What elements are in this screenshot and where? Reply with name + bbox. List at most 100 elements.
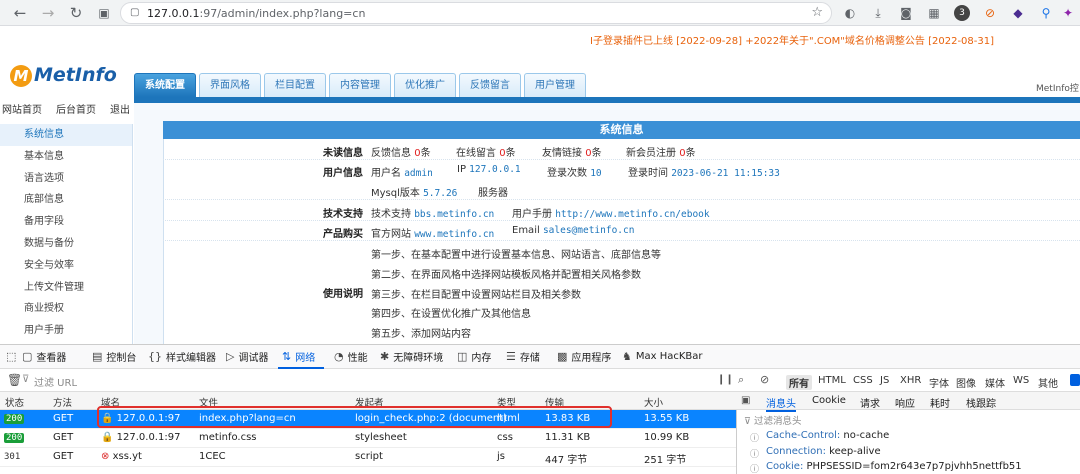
request-row[interactable]: 200 GET 🔒 127.0.0.1:97 metinfo.css style… xyxy=(0,429,736,448)
filter-xhr[interactable]: XHR xyxy=(900,375,921,386)
tool-memory[interactable]: ◫ 内存 xyxy=(457,349,491,364)
sidebar-item-footer[interactable]: 底部信息 xyxy=(0,189,132,211)
sidebar-item-license[interactable]: 商业授权 xyxy=(0,298,132,320)
filter-all[interactable]: 所有 xyxy=(786,375,812,390)
sidebar-item-uploads[interactable]: 上传文件管理 xyxy=(0,277,132,299)
extension-icon[interactable]: ◐ xyxy=(842,5,858,21)
tab-layout-icon[interactable]: ▣ xyxy=(94,3,114,23)
request-method: GET xyxy=(53,451,74,462)
request-initiator: stylesheet xyxy=(355,432,407,443)
request-initiator: script xyxy=(355,451,383,462)
row-purchase: 产品购买 官方网站 www.metinfo.cn Email sales@met… xyxy=(163,221,1080,241)
url-path: :97/admin/index.php?lang=cn xyxy=(199,7,366,20)
game-icon[interactable]: ▦ xyxy=(926,5,942,21)
tab-request[interactable]: 请求 xyxy=(860,395,880,410)
link-logout[interactable]: 退出 xyxy=(110,100,130,122)
info-icon: ⓘ xyxy=(750,434,760,444)
col-status[interactable]: 状态 xyxy=(5,395,24,409)
filter-css[interactable]: CSS xyxy=(853,375,873,386)
diamond-extension-icon[interactable]: ◆ xyxy=(1010,5,1026,21)
tool-style-editor[interactable]: {} 样式编辑器 xyxy=(148,349,216,364)
tool-inspector[interactable]: ▢ 查看器 xyxy=(22,349,66,364)
tab-system-config[interactable]: 系统配置 xyxy=(134,73,196,97)
back-arrow-icon[interactable]: ← xyxy=(10,3,30,23)
header-filter-input[interactable]: ⊽ 过滤消息头 xyxy=(744,413,802,427)
link-admin-home[interactable]: 后台首页 xyxy=(56,100,96,122)
sidebar-item-language[interactable]: 语言选项 xyxy=(0,168,132,190)
filter-html[interactable]: HTML xyxy=(818,375,846,386)
network-icon: ⇅ xyxy=(282,350,292,363)
tab-ui-style[interactable]: 界面风格 xyxy=(199,73,261,97)
tool-hackbar[interactable]: ♞ Max HacKBar xyxy=(622,349,703,364)
tab-response[interactable]: 响应 xyxy=(895,395,915,410)
pause-icon[interactable]: ❙❙ xyxy=(717,374,734,385)
url-host: 127.0.0.1 xyxy=(147,7,200,20)
filter-js[interactable]: JS xyxy=(880,375,889,386)
filter-media[interactable]: 媒体 xyxy=(985,375,1005,390)
badge-icon[interactable]: 3 xyxy=(954,5,970,21)
tab-timings[interactable]: 耗时 xyxy=(930,395,950,410)
sidebar-item-backup[interactable]: 数据与备份 xyxy=(0,233,132,255)
tab-content[interactable]: 内容管理 xyxy=(329,73,391,97)
block-icon[interactable]: ⊘ xyxy=(760,373,769,386)
filter-font[interactable]: 字体 xyxy=(929,375,949,390)
puzzle-icon[interactable]: ✦ xyxy=(1060,5,1076,21)
sidebar-toggle-icon[interactable]: ▣ xyxy=(741,395,750,406)
sidebar-item-manual[interactable]: 用户手册 xyxy=(0,320,132,342)
download-icon[interactable]: ⤓ xyxy=(870,5,886,21)
sidebar-item-system-info[interactable]: 系统信息 xyxy=(0,124,132,146)
manual-link[interactable]: http://www.metinfo.cn/ebook xyxy=(555,209,709,220)
filter-other[interactable]: 其他 xyxy=(1038,375,1058,390)
email-link[interactable]: sales@metinfo.cn xyxy=(543,225,635,236)
debugger-label: 调试器 xyxy=(238,353,269,364)
shield-extension-icon[interactable]: ⊘ xyxy=(982,5,998,21)
sidebar-item-security[interactable]: 安全与效率 xyxy=(0,255,132,277)
request-row[interactable]: 301 GET ⊗ xss.yt 1CEC script js 447 字节 2… xyxy=(0,448,736,467)
search-icon[interactable]: ⌕ xyxy=(738,373,744,387)
camera-icon[interactable]: ◙ xyxy=(898,5,914,21)
tab-users[interactable]: 用户管理 xyxy=(524,73,586,97)
col-method[interactable]: 方法 xyxy=(53,395,72,409)
tool-application[interactable]: ▩ 应用程序 xyxy=(557,349,611,364)
console-label: 控制台 xyxy=(106,353,137,364)
tool-storage[interactable]: ☰ 存储 xyxy=(506,349,540,364)
tool-accessibility[interactable]: ✱ 无障碍环境 xyxy=(380,349,443,364)
row-unread: 未读信息 反馈信息 0条 在线留言 0条 友情链接 0条 新会员注册 0条 xyxy=(163,140,1080,160)
tab-cookie[interactable]: Cookie xyxy=(812,395,846,406)
checkbox-icon[interactable] xyxy=(1070,374,1080,386)
debugger-icon: ▷ xyxy=(226,350,235,363)
notice-text[interactable]: I子登录插件已上线 [2022-09-28] +2022年关于".COM"域名价… xyxy=(590,32,994,47)
tool-performance[interactable]: ◔ 性能 xyxy=(334,349,368,364)
trash-icon[interactable]: 🗑 xyxy=(7,373,22,387)
tool-console[interactable]: ▤ 控制台 xyxy=(92,349,136,364)
tab-headers[interactable]: 消息头 xyxy=(766,395,796,412)
mysql-key: Mysql版本 xyxy=(371,188,420,199)
site-link[interactable]: www.metinfo.cn xyxy=(414,229,494,240)
username-value: admin xyxy=(404,168,433,179)
tool-debugger[interactable]: ▷ 调试器 xyxy=(226,349,268,364)
col-size[interactable]: 大小 xyxy=(644,395,663,409)
forward-arrow-icon[interactable]: → xyxy=(38,3,58,23)
reload-icon[interactable]: ↻ xyxy=(66,3,86,23)
sidebar-item-basic[interactable]: 基本信息 xyxy=(0,146,132,168)
picker-icon[interactable]: ⬚ xyxy=(6,349,16,364)
support-link[interactable]: bbs.metinfo.cn xyxy=(414,209,494,220)
filter-image[interactable]: 图像 xyxy=(956,375,976,390)
sidebar: 系统信息 基本信息 语言选项 底部信息 备用字段 数据与备份 安全与效率 上传文… xyxy=(0,124,133,344)
sidebar-item-fields[interactable]: 备用字段 xyxy=(0,211,132,233)
location-icon[interactable]: ⚲ xyxy=(1038,5,1054,21)
filter-ws[interactable]: WS xyxy=(1013,375,1029,386)
tab-feedback[interactable]: 反馈留言 xyxy=(459,73,521,97)
status-badge: 200 xyxy=(4,414,25,424)
address-bar[interactable]: ▢ 127.0.0.1:97/admin/index.php?lang=cn ☆ xyxy=(120,2,832,24)
tab-seo[interactable]: 优化推广 xyxy=(394,73,456,97)
inspector-icon: ▢ xyxy=(22,350,33,363)
link-site-home[interactable]: 网站首页 xyxy=(2,100,42,122)
tab-stack[interactable]: 栈跟踪 xyxy=(966,395,996,410)
tool-network[interactable]: ⇅ 网络 xyxy=(282,349,315,364)
member-unit: 条 xyxy=(685,148,696,159)
header-value: keep-alive xyxy=(829,446,881,457)
url-filter-input[interactable]: 过滤 URL xyxy=(34,374,77,389)
tab-column-config[interactable]: 栏目配置 xyxy=(264,73,326,97)
star-icon[interactable]: ☆ xyxy=(811,5,823,20)
